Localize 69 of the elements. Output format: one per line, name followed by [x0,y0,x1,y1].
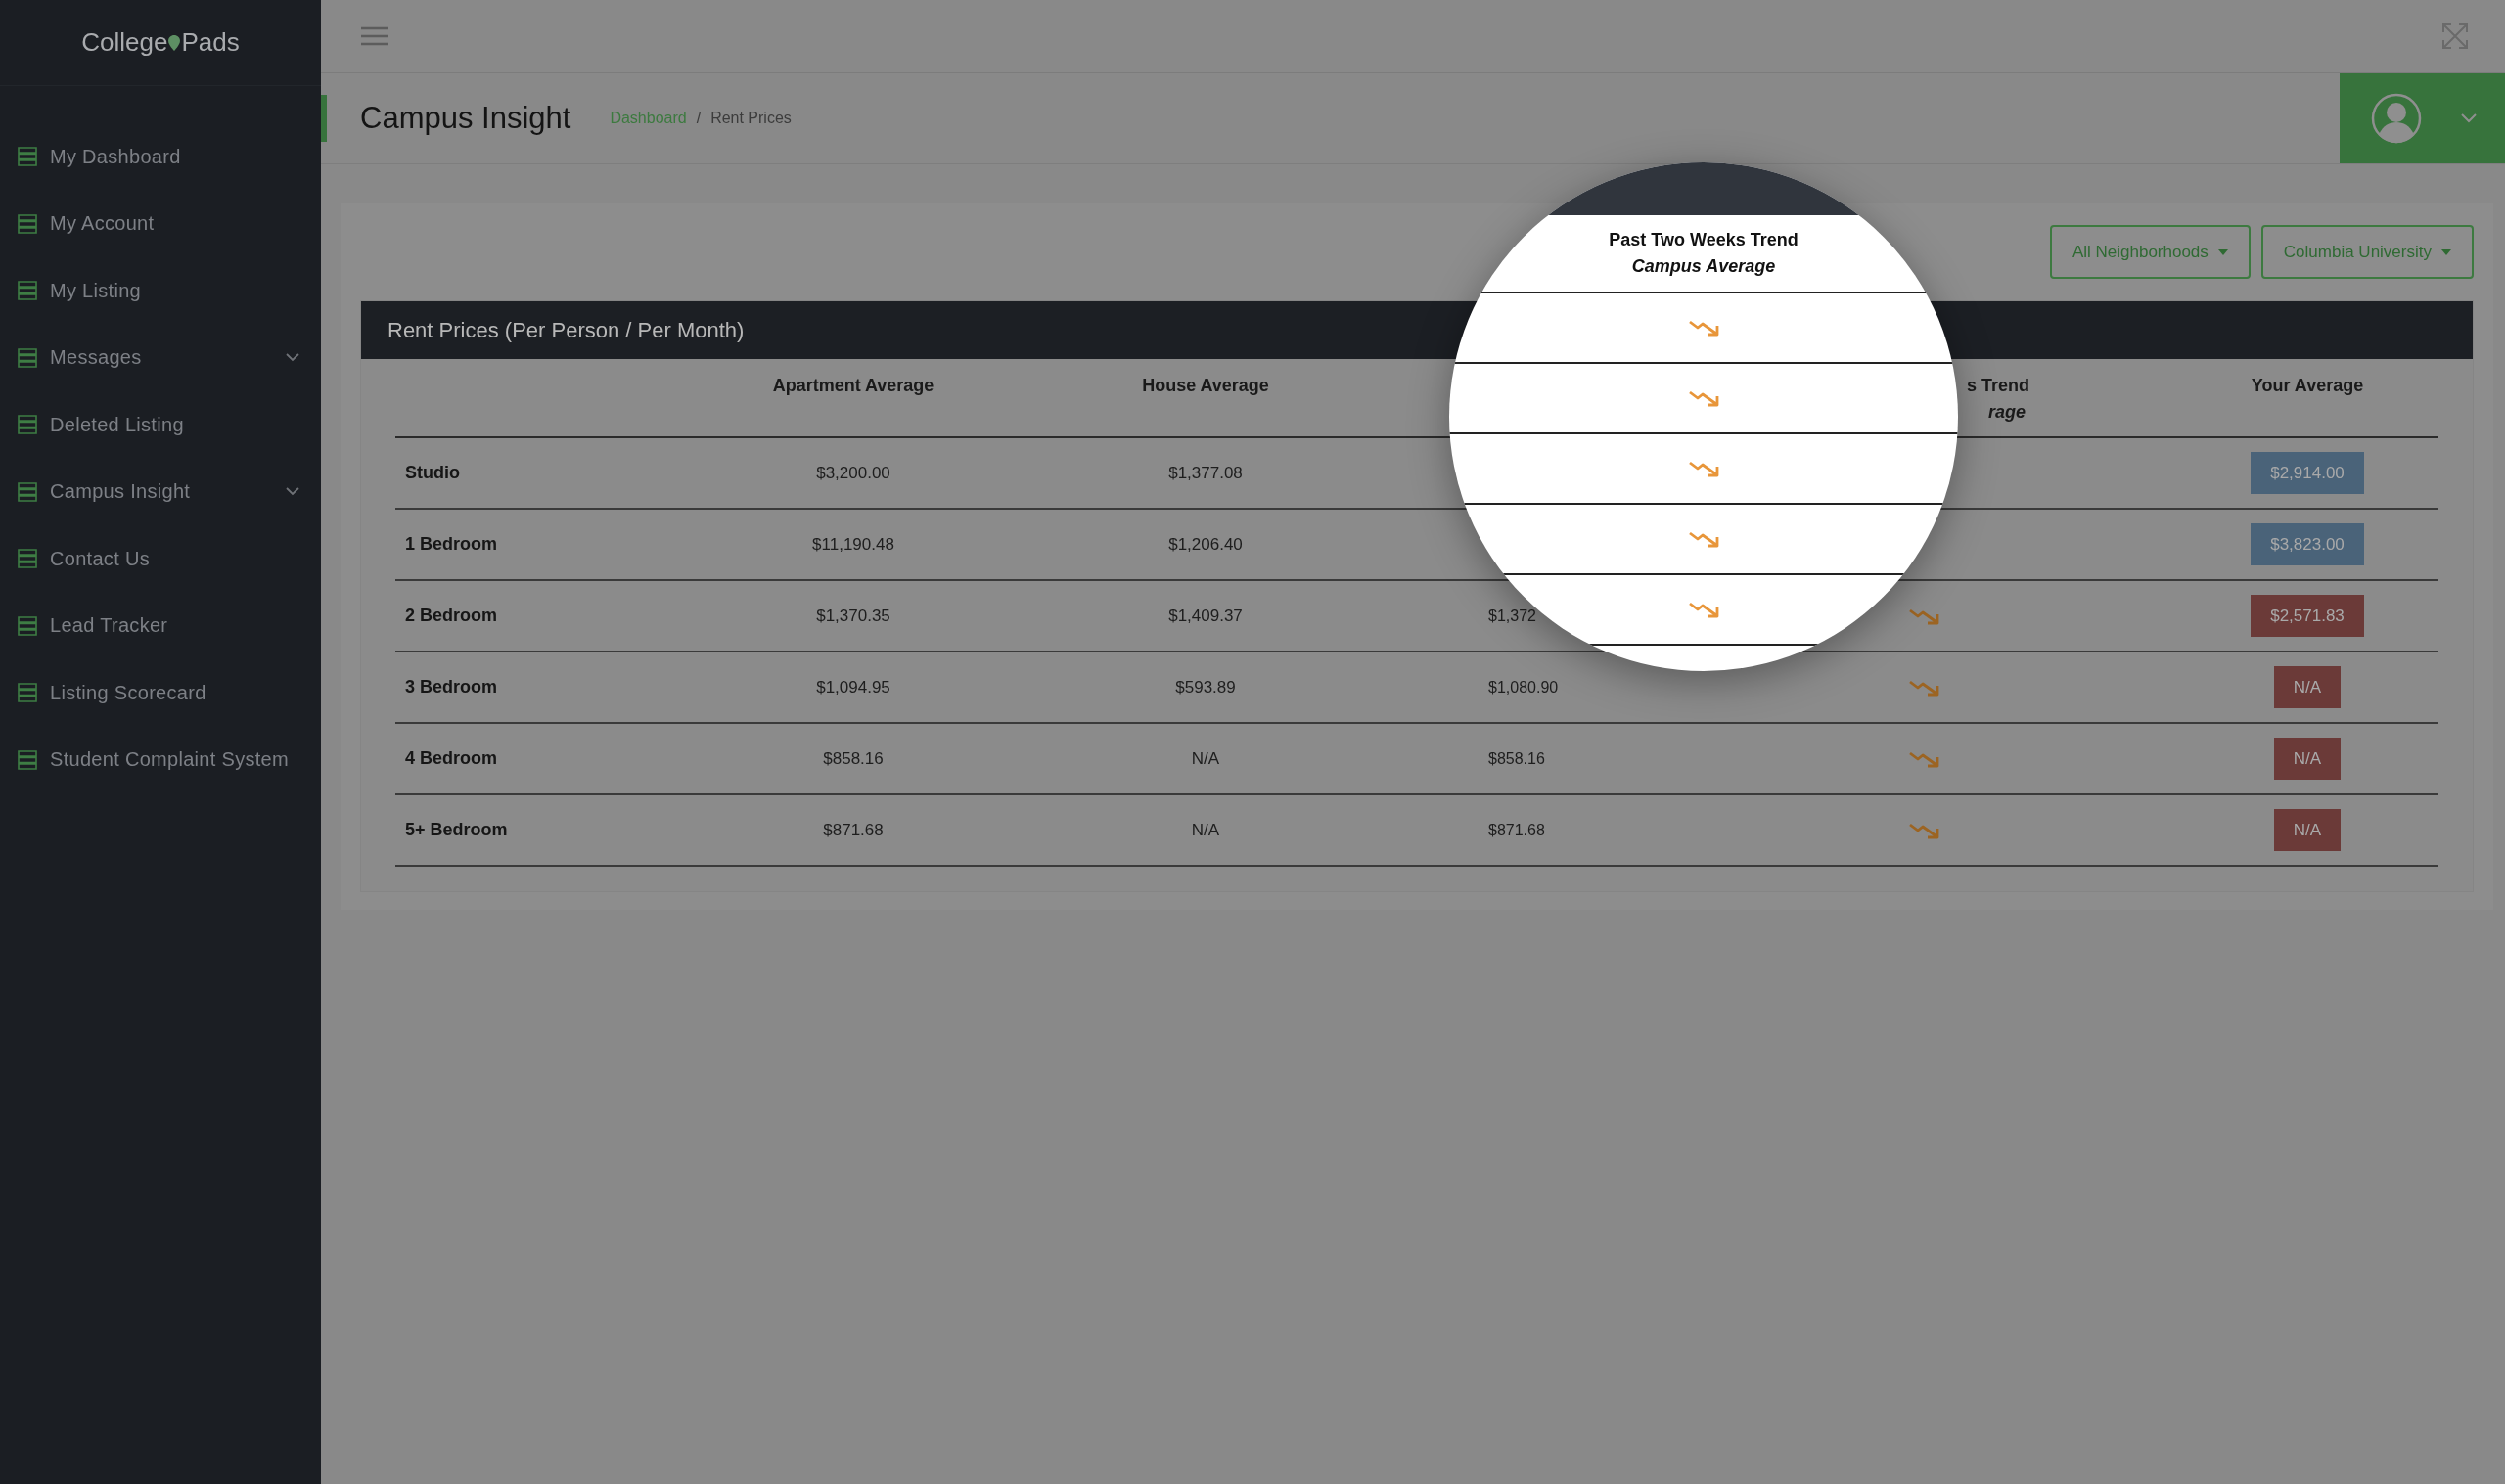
list-icon [18,749,37,770]
table-cell: $1,094.95 [816,677,890,697]
logo-text: Pads [181,26,240,59]
sidebar-item[interactable]: My Account [0,190,321,257]
map-pin-icon [168,34,181,51]
list-icon [18,615,37,636]
column-header: s Trend [1967,375,2030,397]
page-title: Campus Insight [360,99,571,137]
row-label: 3 Bedroom [405,677,498,697]
table-cell: $593.89 [1175,677,1236,697]
sidebar-item[interactable]: Contact Us [0,525,321,593]
table-cell: $858.16 [1488,749,1545,767]
table-cell: $871.68 [1488,821,1545,838]
sidebar-item[interactable]: Deleted Listing [0,391,321,459]
row-label: 4 Bedroom [405,748,498,768]
table-title: Rent Prices (Per Person / Per Month) [387,317,745,344]
column-header: Past Two Weeks Trend [1609,229,1799,251]
table-cell: $1,370.35 [816,606,890,625]
list-icon [18,147,37,167]
column-header: Campus Average [1631,255,1776,278]
sidebar-item[interactable]: My Dashboard [0,123,321,191]
sidebar-item[interactable]: My Listing [0,257,321,325]
column-header: Apartment Average [772,376,934,395]
list-icon [18,549,37,569]
table-cell: $1,080.90 [1488,678,1559,696]
table-cell: N/A [1191,820,1220,839]
breadcrumb-current: Rent Prices [710,109,792,128]
row-label: Studio [405,463,460,482]
list-icon [18,281,37,301]
table-cell: $1,206.40 [1168,534,1243,554]
column-header: Your Average [2251,376,2364,395]
table-cell: $3,200.00 [816,463,890,482]
table-cell: N/A [1191,748,1220,768]
list-icon [18,415,37,435]
row-label: 5+ Bedroom [405,820,508,839]
table-cell: $1,372 [1488,607,1536,624]
price-badge: N/A [2273,738,2342,780]
breadcrumb-separator: / [696,109,702,128]
caret-icon [2441,248,2451,255]
sidebar-item[interactable]: Campus Insight [0,458,321,525]
table-cell: $1,409.37 [1168,606,1243,625]
sidebar-item[interactable]: Lead Tracker [0,592,321,659]
price-badge: N/A [2273,809,2342,851]
chevron-down-icon [2461,113,2477,123]
sidebar-item[interactable]: Student Complaint System [0,726,321,793]
sidebar-item[interactable]: Listing Scorecard [0,659,321,727]
table-cell: $11,190.48 [812,534,894,554]
price-badge: $2,571.83 [2251,595,2364,637]
user-avatar-icon [2371,93,2422,144]
price-badge: $2,914.00 [2251,452,2364,494]
caret-icon [2217,248,2228,255]
table-cell: $1,377.08 [1168,463,1243,482]
fullscreen-icon[interactable] [2441,22,2469,50]
price-badge: N/A [2273,666,2342,708]
table-cell: $858.16 [823,748,884,768]
sidebar-item[interactable]: Messages [0,324,321,391]
row-label: 2 Bedroom [405,606,498,625]
column-header: rage [1988,401,2027,424]
price-badge: $3,823.00 [2251,523,2364,565]
logo-text: College [81,26,168,59]
list-icon [18,213,37,234]
column-header: House Average [1142,376,1269,395]
user-menu-button[interactable] [2340,73,2505,163]
list-icon [18,347,37,368]
table-cell: $871.68 [823,820,884,839]
row-label: 1 Bedroom [405,534,498,554]
menu-icon[interactable] [360,26,389,46]
list-icon [18,481,37,502]
list-icon [18,683,37,703]
